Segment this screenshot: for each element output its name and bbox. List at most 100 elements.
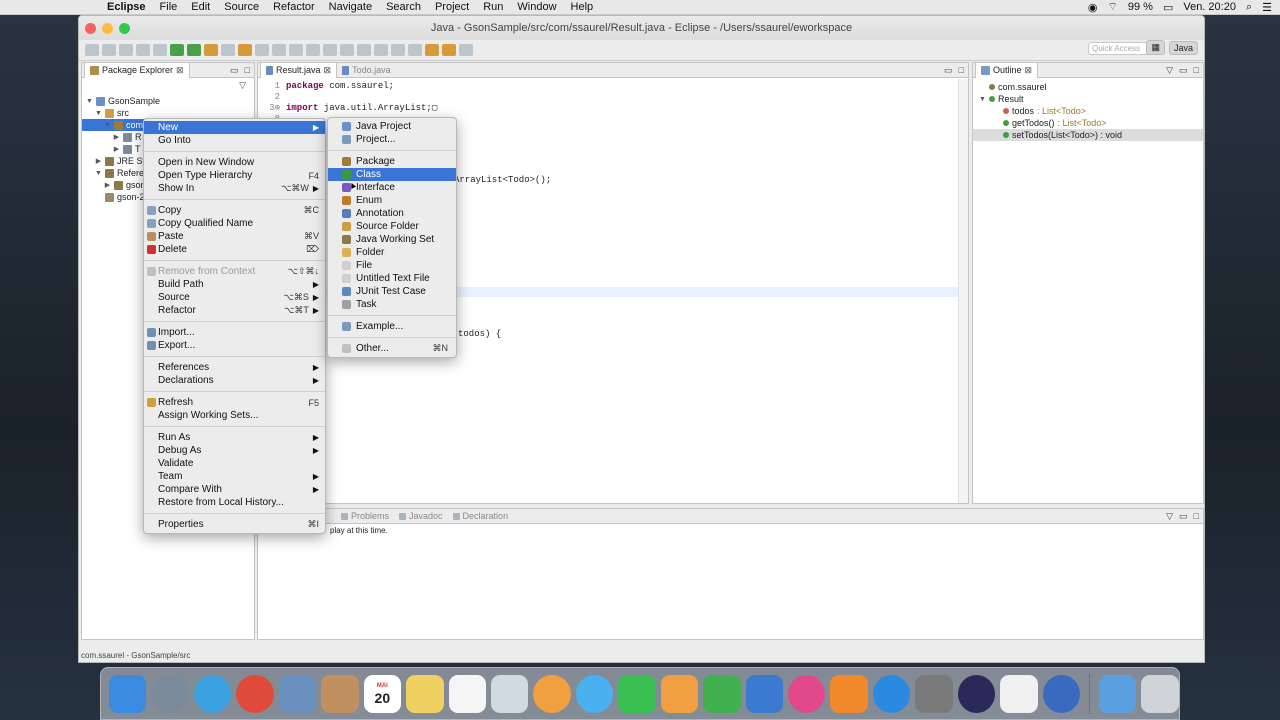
new-menu-item-example[interactable]: Example...: [328, 320, 456, 333]
menubar-item-window[interactable]: Window: [510, 1, 563, 13]
new-menu-item-folder[interactable]: Folder: [328, 246, 456, 259]
context-menu-item-paste[interactable]: Paste ⌘V: [144, 230, 325, 243]
context-menu-item-open-type-hierarchy[interactable]: Open Type Hierarchy F4: [144, 169, 325, 182]
toolbar-button-icon[interactable]: [289, 44, 303, 56]
tab-declaration[interactable]: Declaration: [448, 509, 514, 524]
context-menu-item-delete[interactable]: Delete ⌦: [144, 243, 325, 256]
quick-access-input[interactable]: Quick Access: [1088, 42, 1152, 55]
eclipse-icon[interactable]: [957, 674, 996, 713]
maximize-icon[interactable]: □: [959, 63, 964, 78]
new-menu-item-task[interactable]: Task: [328, 298, 456, 311]
toolbar-button-icon[interactable]: [119, 44, 133, 56]
outline-item[interactable]: getTodos() : List<Todo>: [973, 117, 1203, 129]
tab-javadoc[interactable]: Javadoc: [394, 509, 448, 524]
textedit-icon[interactable]: [1000, 674, 1038, 713]
numbers-icon[interactable]: [703, 674, 741, 713]
toolbar-button-icon[interactable]: [323, 44, 337, 56]
reminders-icon[interactable]: [448, 674, 486, 713]
new-menu-item-enum[interactable]: Enum: [328, 194, 456, 207]
context-menu-item-show-in[interactable]: Show In ⌥⌘W ▶: [144, 182, 325, 195]
java-perspective-button[interactable]: Java: [1168, 40, 1198, 55]
record-icon[interactable]: ◉: [1088, 1, 1098, 14]
context-menu-item-run-as[interactable]: Run As ▶: [144, 431, 325, 444]
new-menu-item-source-folder[interactable]: Source Folder: [328, 220, 456, 233]
context-menu-item-copy[interactable]: Copy ⌘C: [144, 204, 325, 217]
messages-icon[interactable]: [575, 674, 614, 713]
menubar-item-help[interactable]: Help: [564, 1, 601, 13]
toolbar-button-icon[interactable]: [408, 44, 422, 56]
context-menu-item-assign-working-sets[interactable]: Assign Working Sets...: [144, 409, 325, 422]
chrome-icon[interactable]: [236, 674, 274, 713]
context-menu-item-build-path[interactable]: Build Path ▶: [144, 278, 325, 291]
toolbar-button-icon[interactable]: [187, 44, 201, 56]
wifi-icon[interactable]: ⌔: [1108, 0, 1118, 14]
minimize-icon[interactable]: ▭: [230, 63, 239, 78]
context-menu-item-team[interactable]: Team ▶: [144, 470, 325, 483]
notes-icon[interactable]: [406, 674, 444, 713]
view-menu-icon[interactable]: ▽: [1166, 509, 1173, 524]
menubar-item-edit[interactable]: Edit: [184, 1, 217, 13]
tab-editor-result-java[interactable]: Result.java ⊠: [260, 62, 338, 78]
maximize-icon[interactable]: □: [1194, 63, 1199, 78]
context-menu-item-open-in-new-window[interactable]: Open in New Window: [144, 156, 325, 169]
toolbar-button-icon[interactable]: [374, 44, 388, 56]
safari-icon[interactable]: [193, 674, 232, 713]
toolbar-button-icon[interactable]: [272, 44, 286, 56]
toolbar-button-icon[interactable]: [442, 44, 456, 56]
toolbar-button-icon[interactable]: [153, 44, 167, 56]
context-menu-item-go-into[interactable]: Go Into: [144, 134, 325, 147]
twisty-icon[interactable]: ▼: [95, 170, 102, 177]
twisty-icon[interactable]: ▼: [95, 110, 102, 117]
menubar-item-file[interactable]: File: [153, 1, 185, 13]
photos-icon[interactable]: [533, 674, 571, 713]
clock[interactable]: Ven. 20:20: [1183, 1, 1236, 13]
context-menu-item-copy-qualified-name[interactable]: Copy Qualified Name: [144, 217, 325, 230]
toolbar-button-icon[interactable]: [425, 44, 439, 56]
tab-editor-todo-java[interactable]: Todo.java: [337, 63, 396, 78]
twisty-icon[interactable]: ▼: [979, 96, 986, 103]
finder-icon[interactable]: [109, 674, 147, 713]
ibooks-icon[interactable]: [830, 674, 868, 713]
toolbar-button-icon[interactable]: [340, 44, 354, 56]
menubar-app-name[interactable]: Eclipse: [100, 1, 153, 13]
system-prefs-icon[interactable]: [915, 674, 953, 713]
view-menu-icon[interactable]: ▽: [1166, 63, 1173, 78]
new-menu-item-junit-test-case[interactable]: JUnit Test Case: [328, 285, 456, 298]
minimize-icon[interactable]: ▭: [1179, 63, 1188, 78]
context-menu-item-references[interactable]: References ▶: [144, 361, 325, 374]
preview-icon[interactable]: [490, 674, 529, 713]
minimize-icon[interactable]: ▭: [944, 63, 953, 78]
launchpad-icon[interactable]: [151, 674, 189, 713]
battery-percent[interactable]: 99 %: [1128, 1, 1153, 13]
outline-item[interactable]: todos : List<Todo>: [973, 105, 1203, 117]
twisty-icon[interactable]: ▶: [113, 145, 120, 153]
keynote-icon[interactable]: [745, 674, 783, 713]
collapse-all-icon[interactable]: [201, 80, 210, 89]
new-menu-item-other[interactable]: Other... ⌘N: [328, 342, 456, 355]
tab-package-explorer[interactable]: Package Explorer ⊠: [84, 62, 190, 78]
new-menu-item-untitled-text-file[interactable]: Untitled Text File: [328, 272, 456, 285]
menubar-item-navigate[interactable]: Navigate: [322, 1, 379, 13]
toolbar-button-icon[interactable]: [170, 44, 184, 56]
context-menu-item-refactor[interactable]: Refactor ⌥⌘T ▶: [144, 304, 325, 317]
maximize-icon[interactable]: □: [1194, 509, 1199, 524]
menubar-item-source[interactable]: Source: [217, 1, 266, 13]
toolbar-button-icon[interactable]: [255, 44, 269, 56]
minimize-icon[interactable]: ▭: [1179, 509, 1188, 524]
trash-icon[interactable]: [1141, 674, 1179, 713]
close-tab-icon[interactable]: ⊠: [176, 63, 184, 78]
tab-problems[interactable]: Problems: [336, 509, 394, 524]
itunes-icon[interactable]: [788, 674, 826, 713]
tree-item[interactable]: ▼ GsonSample: [82, 95, 254, 107]
new-menu-item-file[interactable]: File: [328, 259, 456, 272]
facetime-icon[interactable]: [618, 674, 656, 713]
menubar-item-refactor[interactable]: Refactor: [266, 1, 322, 13]
context-menu-item-restore-from-local-history[interactable]: Restore from Local History...: [144, 496, 325, 509]
toolbar-button-icon[interactable]: [357, 44, 371, 56]
menubar-item-project[interactable]: Project: [428, 1, 476, 13]
mail-bird-icon[interactable]: [278, 674, 317, 713]
outline-item[interactable]: setTodos(List<Todo>) : void: [973, 129, 1203, 141]
outline-item[interactable]: com.ssaurel: [973, 81, 1203, 93]
context-menu-item-declarations[interactable]: Declarations ▶: [144, 374, 325, 387]
context-menu-item-new[interactable]: New ▶: [144, 121, 325, 134]
